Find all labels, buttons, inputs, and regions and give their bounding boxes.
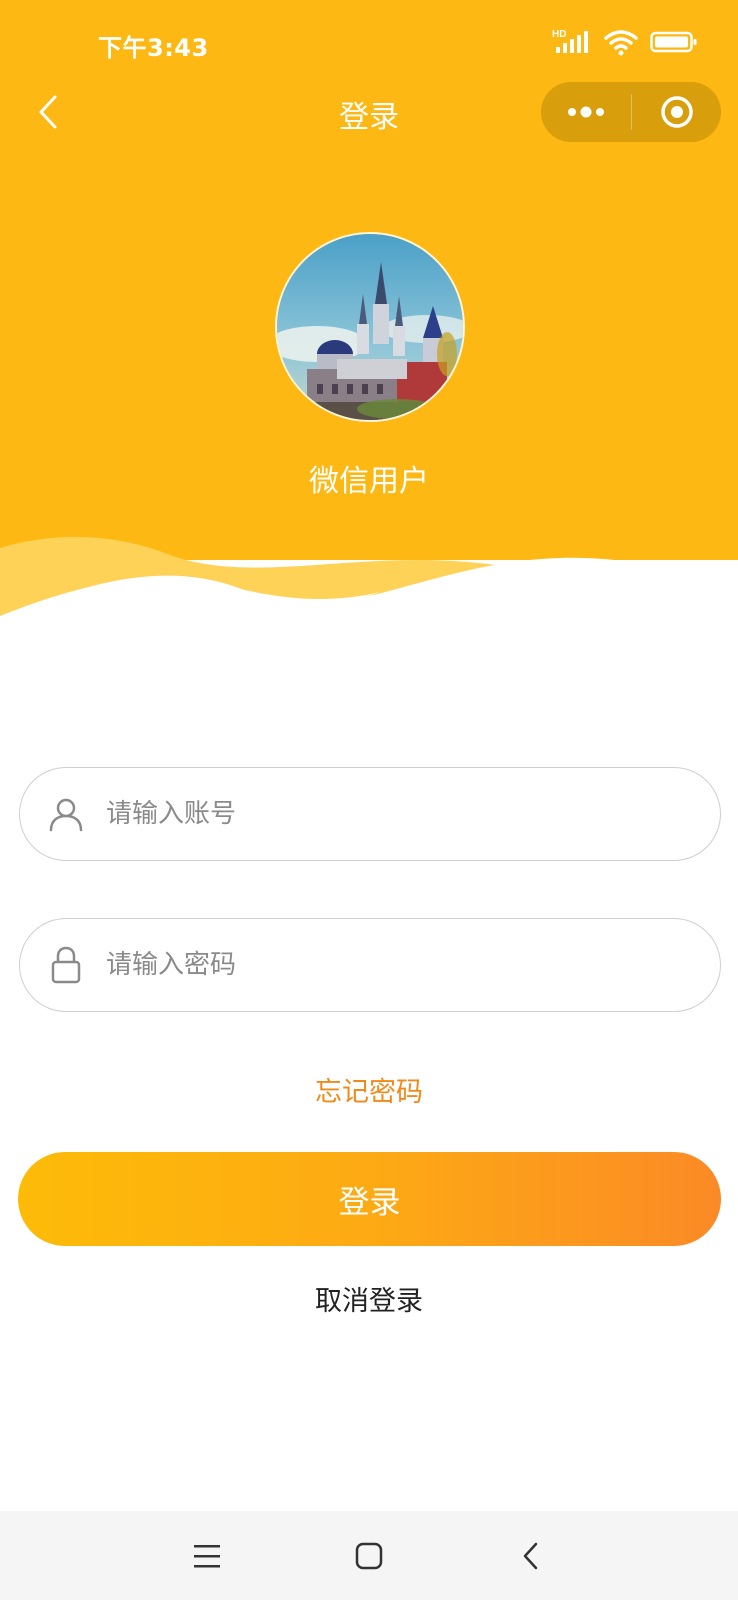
menu-icon bbox=[194, 1545, 220, 1568]
password-input[interactable] bbox=[106, 935, 666, 995]
account-field[interactable] bbox=[19, 767, 721, 861]
username: 微信用户 bbox=[309, 464, 429, 499]
home-button[interactable] bbox=[344, 1531, 394, 1581]
wifi-icon bbox=[604, 28, 638, 60]
more-dots-icon bbox=[568, 106, 604, 118]
close-button[interactable] bbox=[632, 82, 721, 142]
avatar bbox=[275, 232, 465, 422]
forgot-password-link[interactable]: 忘记密码 bbox=[0, 1070, 738, 1109]
battery-icon bbox=[650, 29, 698, 59]
cancel-login-link[interactable]: 取消登录 bbox=[0, 1279, 738, 1318]
more-button[interactable] bbox=[541, 82, 631, 142]
recent-apps-button[interactable] bbox=[182, 1531, 232, 1581]
castle-avatar-image bbox=[277, 234, 463, 420]
status-bar: 下午3:43 HD bbox=[0, 0, 738, 88]
lock-icon bbox=[44, 943, 88, 987]
close-target-icon bbox=[660, 96, 693, 128]
miniprogram-capsule bbox=[541, 82, 721, 142]
network-type-label: HD bbox=[552, 29, 566, 40]
signal-icon: HD bbox=[552, 27, 592, 61]
password-field[interactable] bbox=[19, 918, 721, 1012]
account-input[interactable] bbox=[106, 784, 666, 844]
login-button[interactable]: 登录 bbox=[18, 1152, 721, 1246]
back-icon bbox=[523, 1542, 538, 1570]
user-icon bbox=[44, 792, 88, 836]
status-time: 下午3:43 bbox=[98, 34, 209, 62]
home-icon bbox=[355, 1542, 383, 1570]
status-icons: HD bbox=[552, 28, 698, 60]
system-back-button[interactable] bbox=[506, 1531, 556, 1581]
navigation-bar: 登录 bbox=[0, 76, 738, 148]
system-navigation-bar bbox=[0, 1511, 738, 1600]
